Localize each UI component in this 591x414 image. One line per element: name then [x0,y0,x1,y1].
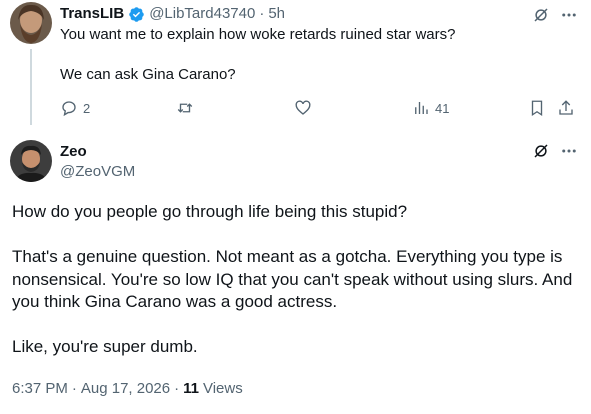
tweet2-body: How do you people go through life being … [12,201,587,359]
handle[interactable]: @LibTard43740 [149,5,255,23]
views-count: 11 [183,380,199,397]
tweet-meta: 6:37 PM · Aug 17, 2026 · 11 Views [12,380,243,398]
grok-icon[interactable] [532,6,550,24]
more-icon[interactable] [560,6,578,24]
tweet-date[interactable]: Aug 17, 2026 [81,380,170,398]
tweet1-text-line2: We can ask Gina Carano? [60,66,236,83]
separator: · [71,380,77,397]
like-button[interactable] [294,99,312,117]
views-label: Views [202,380,243,397]
thread-line [30,49,32,125]
tweet1-text-line1: You want me to explain how woke retards … [60,26,456,43]
more-icon[interactable] [560,142,578,160]
like-icon [294,99,312,117]
views-icon [412,99,430,117]
separator: · [174,380,180,397]
avatar-translib[interactable] [10,2,52,44]
tweet1-header: TransLIB @LibTard43740 · 5h [60,5,285,23]
tweet-time[interactable]: 6:37 PM [12,380,68,398]
retweet-button[interactable] [175,99,195,117]
avatar-zeo[interactable] [10,140,52,182]
retweet-icon [175,99,195,117]
bookmark-icon[interactable] [528,99,546,117]
separator: · [259,5,265,22]
views-button[interactable]: 41 [412,99,449,117]
display-name[interactable]: TransLIB [60,5,124,23]
share-icon[interactable] [557,99,575,117]
reply-count: 2 [83,100,91,116]
views-count: 41 [435,100,450,116]
tweet2-name: Zeo [60,143,87,161]
reply-button[interactable]: 2 [60,99,90,117]
handle[interactable]: @ZeoVGM [60,163,135,181]
tweet-paragraph: How do you people go through life being … [12,202,408,221]
display-name[interactable]: Zeo [60,143,87,160]
verified-badge-icon [128,6,145,23]
tweet-paragraph: That's a genuine question. Not meant as … [12,247,573,311]
reply-icon [60,99,78,117]
grok-icon[interactable] [532,142,550,160]
tweet-paragraph: Like, you're super dumb. [12,337,198,356]
timestamp[interactable]: 5h [268,5,285,23]
